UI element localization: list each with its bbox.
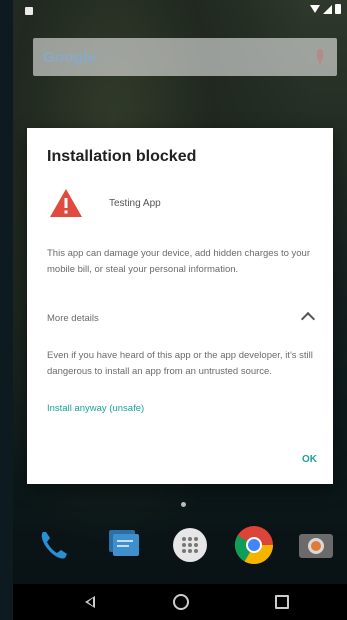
mic-icon[interactable]	[317, 49, 323, 65]
page-indicator-dot	[181, 502, 186, 507]
signal-icon	[323, 4, 332, 14]
home-icon[interactable]	[173, 594, 189, 610]
status-bar	[13, 0, 347, 22]
battery-icon	[335, 4, 341, 14]
dock	[13, 520, 347, 575]
wifi-icon	[310, 5, 320, 13]
navigation-bar	[13, 584, 347, 620]
camera-icon[interactable]	[295, 524, 337, 566]
chevron-up-icon[interactable]	[300, 311, 316, 327]
warning-icon	[50, 189, 82, 217]
back-icon[interactable]	[85, 596, 95, 608]
recent-apps-icon[interactable]	[275, 595, 289, 609]
install-anyway-link[interactable]: Install anyway (unsafe)	[47, 403, 144, 414]
google-logo: Google	[43, 49, 96, 66]
apps-icon[interactable]	[169, 524, 211, 566]
messages-icon[interactable]	[101, 524, 143, 566]
status-icons	[310, 4, 341, 14]
phone-icon[interactable]	[33, 524, 75, 566]
android-screen: Google Installation blocked Testing App …	[13, 0, 347, 620]
google-search-bar[interactable]: Google	[33, 38, 337, 76]
notification-icon	[25, 7, 33, 15]
installation-blocked-dialog: Installation blocked Testing App This ap…	[27, 128, 333, 484]
more-details-label[interactable]: More details	[47, 313, 99, 324]
dialog-title: Installation blocked	[47, 148, 197, 165]
app-name: Testing App	[109, 198, 161, 209]
chrome-icon[interactable]	[233, 524, 275, 566]
warning-message: This app can damage your device, add hid…	[47, 248, 310, 275]
details-message: Even if you have heard of this app or th…	[47, 350, 313, 377]
ok-button[interactable]: OK	[302, 454, 317, 465]
